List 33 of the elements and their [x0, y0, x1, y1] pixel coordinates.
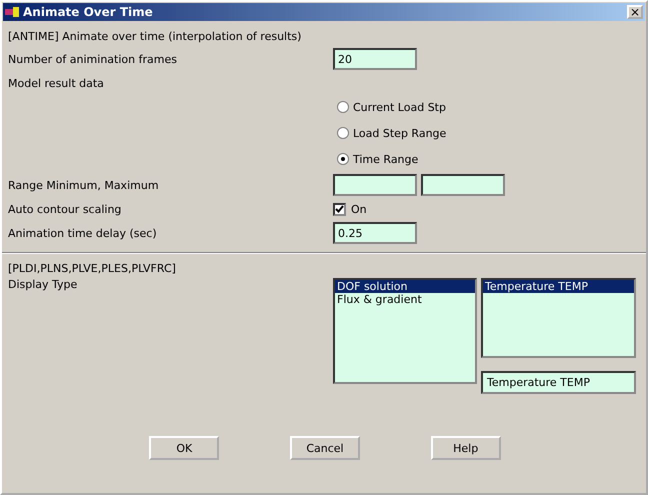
list-item[interactable]: Temperature TEMP [483, 280, 634, 293]
input-field[interactable]: 0.25 [333, 222, 417, 244]
dialog-button[interactable]: Cancel [290, 436, 360, 460]
field-label: Animation time delay (sec) [8, 226, 158, 240]
checkbox[interactable] [333, 202, 346, 216]
checkmark-icon [335, 205, 344, 213]
input-field[interactable] [421, 174, 505, 196]
dialog-button[interactable]: Help [430, 436, 501, 460]
field-label: Display Type [8, 278, 78, 291]
radio-option[interactable]: Load Step Range [337, 120, 640, 146]
radio-button[interactable] [337, 101, 349, 113]
app-icon [5, 7, 19, 17]
command-description: [PLDI,PLNS,PLVE,PLES,PLVFRC] [8, 262, 176, 274]
dialog-button[interactable]: OK [149, 436, 220, 460]
close-button[interactable]: × [627, 5, 643, 19]
radio-option[interactable]: Current Load Stp [337, 94, 640, 120]
radio-button[interactable] [337, 153, 349, 165]
command-description: [ANTIME] Animate over time (interpolation of results) [8, 30, 302, 42]
checkbox-label: On [351, 202, 367, 216]
field-label: Number of animination frames [8, 52, 178, 66]
field-label: Auto contour scaling [8, 202, 122, 216]
category-list[interactable]: DOF solution Flux & gradient [333, 278, 477, 384]
input-field[interactable] [333, 174, 417, 196]
radio-button[interactable] [337, 127, 349, 139]
list-item[interactable]: Flux & gradient [335, 293, 475, 306]
window-title: Animate Over Time [23, 5, 154, 19]
field-label: Model result data [8, 76, 105, 90]
list-item[interactable]: DOF solution [335, 280, 475, 293]
selection-field[interactable]: Temperature TEMP [481, 371, 636, 394]
item-list[interactable]: Temperature TEMP [481, 278, 636, 358]
field-label: Range Minimum, Maximum [8, 178, 160, 192]
input-field[interactable]: 20 [333, 48, 417, 70]
radio-option[interactable]: Time Range [337, 146, 640, 172]
